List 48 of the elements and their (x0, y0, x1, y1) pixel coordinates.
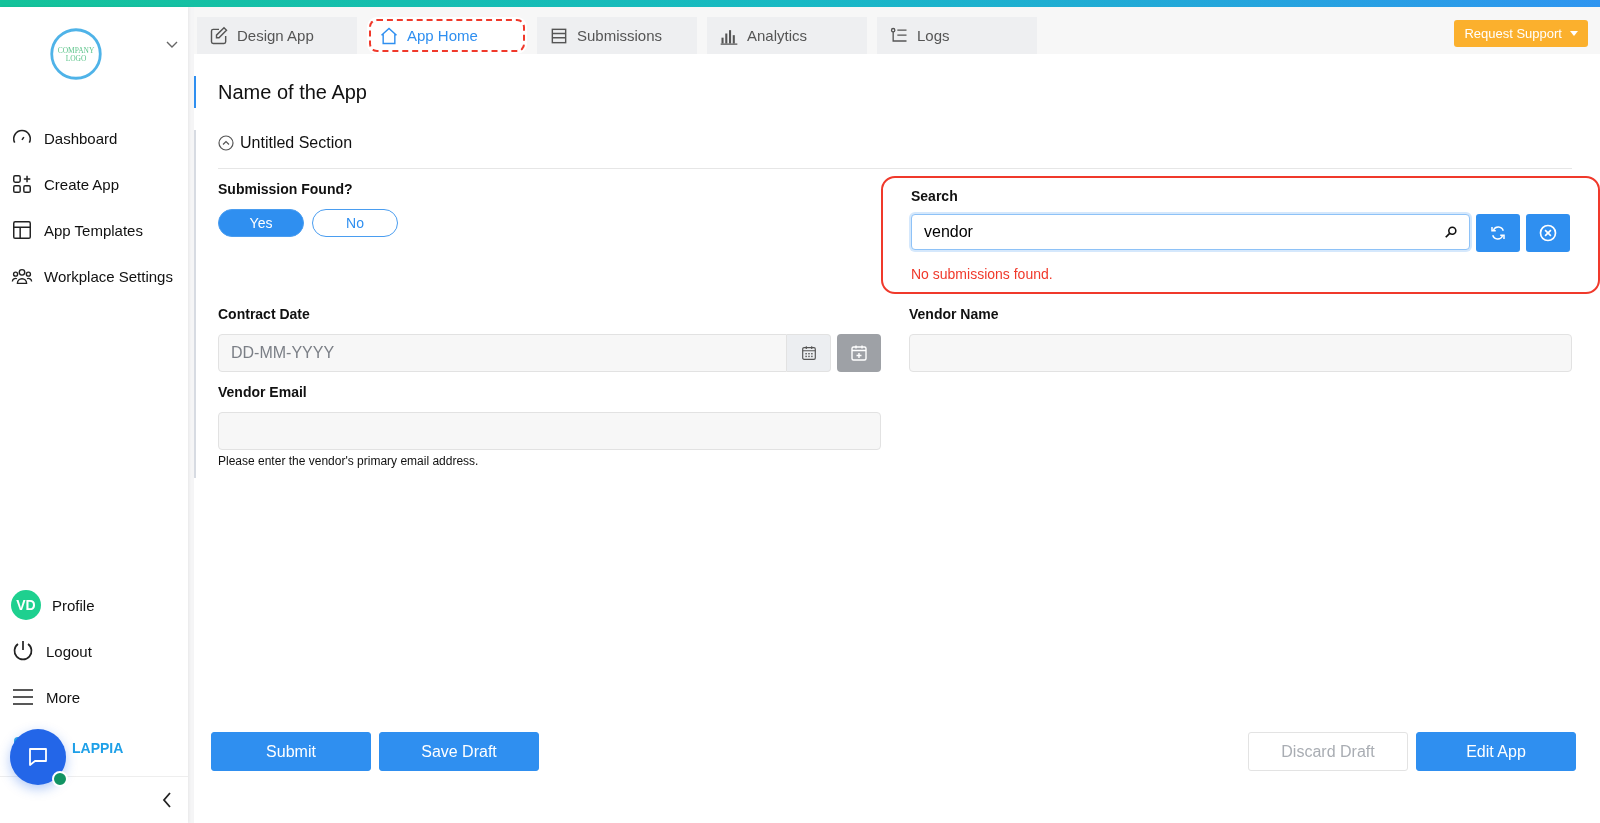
field-label: Contract Date (218, 306, 311, 322)
refresh-button[interactable] (1476, 214, 1520, 252)
tab[interactable]: Analytics (707, 17, 867, 54)
refresh-icon (1489, 224, 1507, 242)
close-icon (1538, 223, 1558, 243)
input-field[interactable] (218, 412, 881, 450)
layout-icon (11, 219, 33, 241)
input-addon[interactable] (787, 334, 831, 372)
calendar-icon (799, 344, 818, 362)
app-title: Name of the App (218, 80, 367, 104)
help-text: Please enter the vendor's primary email address. (218, 454, 480, 468)
nav-item[interactable]: Create App (44, 175, 120, 193)
nav-item[interactable]: App Templates (44, 221, 143, 239)
tab[interactable]: Submissions (537, 17, 697, 54)
nav-item[interactable]: Logout (46, 642, 92, 660)
section-title: Untitled Section (240, 134, 353, 152)
nav-item[interactable]: Dashboard (44, 129, 118, 147)
search-icon[interactable] (1444, 225, 1458, 239)
company-logo: COMPANY LOGO (48, 26, 104, 82)
field-label: Submission Found? (218, 181, 354, 197)
chat-button[interactable] (10, 729, 66, 785)
error-message: No submissions found. (911, 266, 1054, 282)
tab[interactable]: Logs (877, 17, 1037, 54)
tab[interactable]: App Home (367, 17, 527, 54)
chevron-down-icon[interactable] (166, 41, 178, 49)
grid-plus-icon (11, 173, 33, 195)
date-field[interactable]: DD-MM-YYYY (218, 334, 787, 372)
clear-button[interactable] (1526, 214, 1570, 252)
tab[interactable]: Design App (197, 17, 357, 54)
caret-icon (1570, 31, 1578, 36)
nav-item[interactable]: Workplace Settings (44, 267, 173, 285)
power-icon (11, 639, 35, 663)
field-label: Vendor Name (909, 306, 1000, 322)
brand-name: LAPPIA (72, 740, 124, 756)
nav-item[interactable]: More (46, 688, 81, 706)
nav-item[interactable]: Profile (52, 596, 95, 614)
field-label: Vendor Email (218, 384, 308, 400)
field-label: Search (911, 188, 959, 204)
option-button[interactable]: No (312, 209, 398, 237)
chevron-left-icon[interactable] (162, 792, 172, 808)
avatar: VD (11, 590, 41, 620)
chat-bubble-icon (26, 745, 50, 769)
collapse-icon[interactable] (218, 135, 234, 151)
input-field[interactable] (909, 334, 1572, 372)
calendar-plus-icon (849, 343, 869, 363)
search-field[interactable]: vendor (911, 214, 1470, 250)
edit-icon (209, 25, 229, 46)
home-icon (379, 25, 399, 46)
